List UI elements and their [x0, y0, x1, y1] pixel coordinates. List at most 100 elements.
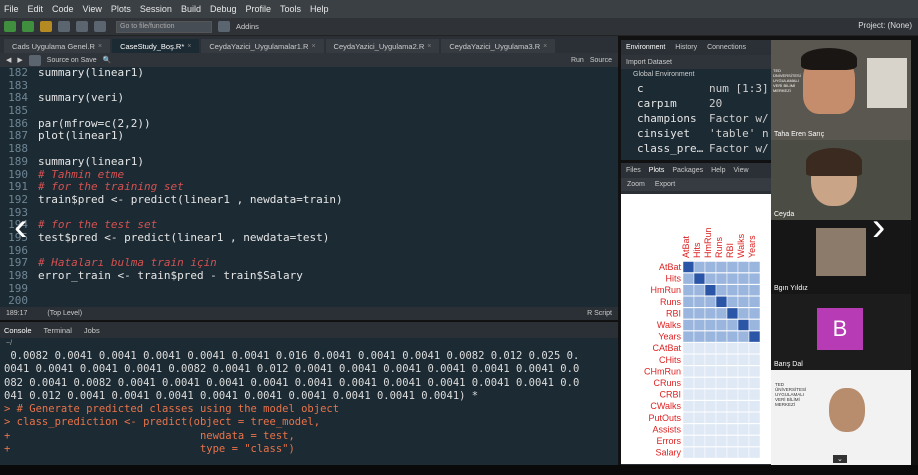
tab-terminal[interactable]: Terminal: [44, 326, 72, 335]
participant-name: Ceyda: [774, 211, 795, 218]
close-icon[interactable]: ×: [543, 43, 547, 50]
menu-tools[interactable]: Tools: [280, 4, 301, 14]
file-type[interactable]: R Script: [587, 310, 612, 317]
corr-cell: [737, 330, 750, 343]
run-button[interactable]: Run: [571, 57, 584, 64]
menu-session[interactable]: Session: [140, 4, 172, 14]
new-file-icon[interactable]: [4, 21, 16, 32]
main-toolbar: Go to file/function Addins Project: (Non…: [0, 18, 918, 36]
chevron-right-icon[interactable]: ›: [872, 205, 885, 250]
addins-menu[interactable]: Addins: [236, 22, 259, 31]
menu-debug[interactable]: Debug: [210, 4, 237, 14]
tab-jobs[interactable]: Jobs: [84, 326, 100, 335]
tab-environment[interactable]: Environment: [626, 44, 665, 51]
code-area[interactable]: 182 summary(linear1) 183 184 summary(veri) 18…: [0, 67, 618, 306]
scope-indicator[interactable]: (Top Level): [47, 310, 82, 317]
corr-cell: [704, 330, 717, 343]
line-number: 185: [8, 104, 28, 118]
goto-file-input[interactable]: Go to file/function: [116, 20, 212, 33]
menu-code[interactable]: Code: [52, 4, 74, 14]
corr-cell: [726, 307, 739, 320]
env-row[interactable]: cinsiyet 'table' n: [621, 126, 771, 141]
print-icon[interactable]: [94, 21, 106, 32]
corr-cell: [737, 400, 750, 412]
tab-cads[interactable]: Cads Uygulama Genel.R ×: [4, 39, 111, 53]
row-label: AtBat: [659, 262, 682, 272]
import-dataset-button[interactable]: Import Dataset: [626, 59, 672, 66]
new-project-icon[interactable]: [22, 21, 34, 32]
env-row[interactable]: class_pre… Factor w/: [621, 141, 771, 156]
tab-uygulamalar1[interactable]: CeydaYazici_Uygulamalar1.R ×: [201, 39, 324, 53]
menu-help[interactable]: Help: [310, 4, 329, 14]
project-menu[interactable]: Project: (None): [858, 21, 912, 30]
close-icon[interactable]: ×: [427, 43, 431, 50]
corr-cell: [704, 423, 717, 436]
console-line: 082 0.0041 0.0082 0.0041 0.0041 0.0041 0…: [4, 376, 580, 389]
save-all-icon[interactable]: [76, 21, 88, 32]
tab-help[interactable]: Help: [711, 167, 725, 174]
corr-cell: [726, 423, 739, 436]
video-tile-5[interactable]: TED ÜNİVERSİTESİ UYGULAMALI VERİ BİLİMİ …: [771, 370, 911, 465]
close-icon[interactable]: ×: [311, 43, 315, 50]
forward-icon[interactable]: ▶: [17, 56, 22, 64]
row-label: Walks: [657, 320, 682, 330]
corr-cell: [737, 307, 750, 320]
source-on-save-checkbox[interactable]: Source on Save: [47, 57, 97, 64]
video-tile-4[interactable]: B Barış Dal: [771, 294, 911, 370]
tab-console[interactable]: Console: [4, 326, 32, 335]
env-row[interactable]: c num [1:3]: [621, 81, 771, 96]
search-icon[interactable]: 🔍: [103, 56, 112, 64]
corr-cell: [715, 330, 728, 343]
global-env-selector[interactable]: Global Environment: [621, 69, 771, 81]
grid-icon[interactable]: [218, 21, 230, 32]
menu-view[interactable]: View: [83, 4, 102, 14]
tab-connections[interactable]: Connections: [707, 44, 746, 51]
chevron-left-icon[interactable]: ‹: [14, 205, 27, 250]
corr-cell: [726, 354, 739, 366]
environment-tabs: Environment History Connections: [621, 40, 771, 55]
chevron-down-icon[interactable]: ⌄: [833, 455, 847, 463]
menu-file[interactable]: File: [4, 4, 19, 14]
close-icon[interactable]: ×: [187, 43, 191, 50]
close-icon[interactable]: ×: [98, 43, 102, 50]
export-button[interactable]: Export: [655, 181, 675, 188]
zoom-button[interactable]: Zoom: [627, 181, 645, 188]
back-icon[interactable]: ◀: [6, 56, 11, 64]
source-editor: Cads Uygulama Genel.R × CaseStudy_Boş.R* ×…: [0, 36, 618, 320]
corr-cell: [693, 377, 706, 389]
corr-cell: [748, 435, 761, 447]
tab-casestudy[interactable]: CaseStudy_Boş.R* ×: [112, 39, 200, 53]
open-file-icon[interactable]: [40, 21, 52, 32]
env-row[interactable]: champions Factor w/: [621, 111, 771, 126]
video-tile-1[interactable]: TED ÜNİVERSİTESİ UYGULAMALI VERİ BİLİMİ …: [771, 40, 911, 140]
save-icon[interactable]: [28, 54, 41, 66]
corr-cell: [693, 342, 706, 354]
tab-packages[interactable]: Packages: [672, 167, 703, 174]
corr-cell: [704, 446, 717, 459]
env-row[interactable]: carpım 20: [621, 96, 771, 111]
tab-viewer[interactable]: View: [734, 167, 749, 174]
video-tile-2[interactable]: Ceyda: [771, 140, 911, 220]
source-button[interactable]: Source: [590, 57, 612, 64]
menu-edit[interactable]: Edit: [28, 4, 44, 14]
code-line: 184 summary(veri): [0, 92, 618, 105]
corr-cell: [693, 435, 706, 447]
save-icon[interactable]: [58, 21, 70, 32]
row-label: CRBI: [659, 390, 681, 400]
console-path: ~/: [6, 340, 13, 347]
console-output[interactable]: 0.0082 0.0041 0.0041 0.0041 0.0041 0.004…: [0, 350, 618, 456]
corr-cell: [682, 377, 695, 389]
console-line: > class_prediction <- predict(object = t…: [4, 416, 321, 429]
menu-plots[interactable]: Plots: [111, 4, 131, 14]
tab-plots[interactable]: Plots: [649, 167, 665, 174]
menu-profile[interactable]: Profile: [246, 4, 272, 14]
tab-files[interactable]: Files: [626, 167, 641, 174]
bottom-bar: [0, 465, 918, 475]
tab-uygulama2[interactable]: CeydaYazici_Uygulama2.R ×: [325, 39, 440, 53]
console-line: + newdata = test,: [4, 429, 295, 442]
corr-cell: [748, 261, 761, 273]
video-tile-3[interactable]: Bgın Yıldız: [771, 220, 911, 294]
menu-build[interactable]: Build: [181, 4, 201, 14]
tab-uygulama3[interactable]: CeydaYazici_Uygulama3.R ×: [441, 39, 556, 53]
tab-history[interactable]: History: [675, 44, 697, 51]
